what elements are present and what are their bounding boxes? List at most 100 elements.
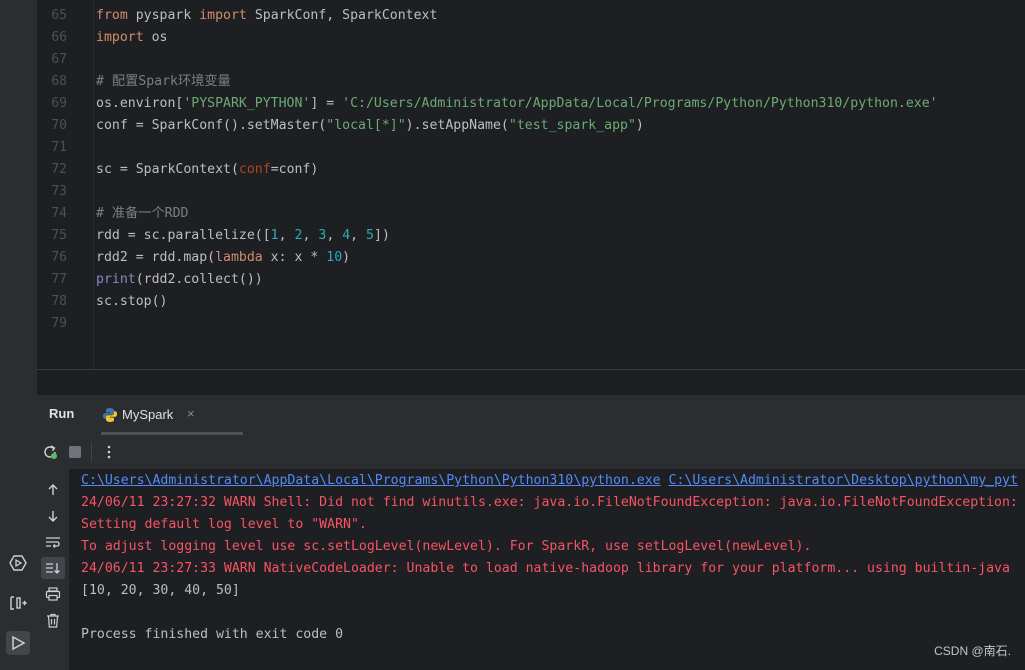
line-number: 73 [51, 184, 67, 199]
code-token: import [199, 8, 247, 23]
code-token: "test_spark_app" [508, 118, 636, 133]
line-number: 69 [51, 96, 67, 111]
code-token: ]) [374, 228, 390, 243]
run-tool-window-header: Run MySpark × [37, 395, 1025, 436]
line-number: 79 [51, 316, 67, 331]
console-side-toolbar [37, 469, 69, 670]
line-number: 65 [51, 8, 67, 23]
code-line[interactable]: os.environ['PYSPARK_PYTHON'] = 'C:/Users… [96, 93, 938, 115]
console-line: Process finished with exit code 0 [81, 624, 343, 646]
watermark: CSDN @南石. [934, 644, 1011, 658]
tool-window-title: Run [49, 406, 75, 421]
line-number: 66 [51, 30, 67, 45]
run-toolbar [37, 435, 1025, 469]
console-text: Process finished with exit code 0 [81, 627, 344, 642]
code-token: 1 [270, 228, 279, 243]
code-token: # 配置Spark环境变量 [96, 74, 231, 89]
python-icon [102, 407, 118, 423]
console-text: 24/06/11 23:27:32 WARN Shell: Did not fi… [81, 495, 1018, 510]
scroll-up-icon[interactable] [41, 479, 65, 501]
code-token: os.environ[ [96, 96, 184, 111]
console-line: 24/06/11 23:27:33 WARN NativeCodeLoader:… [81, 558, 1010, 580]
code-editor[interactable]: 65 66 67 68 69 70 71 72 73 74 75 76 77 78 79 from pysp… [37, 0, 1025, 369]
code-token: lambda [215, 250, 263, 265]
left-tool-strip [0, 0, 38, 670]
line-number: 77 [51, 272, 67, 287]
code-token: x: x * [262, 250, 327, 265]
code-token: , [278, 228, 295, 243]
code-token: 4 [342, 228, 351, 243]
code-line[interactable]: print(rdd2.collect()) [96, 269, 263, 291]
console-line: To adjust logging level use sc.setLogLev… [81, 536, 811, 558]
code-line[interactable]: # 配置Spark环境变量 [96, 71, 231, 93]
console-text: 24/06/11 23:27:33 WARN NativeCodeLoader:… [81, 561, 1010, 576]
terminal-icon[interactable] [6, 591, 30, 615]
code-token: pyspark [127, 8, 200, 23]
code-token: 'PYSPARK_PYTHON' [183, 96, 311, 111]
line-number: 67 [51, 52, 67, 67]
code-token: 'C:/Users/Administrator/AppData/Local/Pr… [342, 96, 938, 111]
tab-myspark[interactable]: MySpark × [93, 395, 243, 435]
console-line: Setting default log level to "WARN". [81, 514, 367, 536]
code-line[interactable]: from pyspark import SparkConf, SparkCont… [96, 5, 437, 27]
code-line[interactable]: sc.stop() [96, 291, 167, 313]
print-icon[interactable] [41, 583, 65, 605]
code-token: (rdd2.collect()) [135, 272, 263, 287]
code-token: , [350, 228, 367, 243]
code-token: os [143, 30, 168, 45]
console-text: To adjust logging level use sc.setLogLev… [81, 539, 812, 554]
code-token: "local[*]" [326, 118, 406, 133]
console-path-link[interactable]: C:\Users\Administrator\Desktop\python\my… [669, 473, 1018, 488]
console-path-link[interactable]: C:\Users\Administrator\AppData\Local\Pro… [81, 473, 661, 488]
code-token: ).setAppName( [405, 118, 509, 133]
line-number: 74 [51, 206, 67, 221]
clear-icon[interactable] [41, 609, 65, 631]
code-token: # 准备一个RDD [96, 206, 189, 221]
code-line[interactable]: rdd = sc.parallelize([1, 2, 3, 4, 5]) [96, 225, 390, 247]
console-text: [10, 20, 30, 40, 50] [81, 583, 240, 598]
code-token: conf [238, 162, 271, 177]
toolbar-separator [91, 443, 92, 461]
line-number: 68 [51, 74, 67, 89]
code-line[interactable]: import os [96, 27, 167, 49]
tab-label: MySpark [122, 407, 174, 422]
console-line: C:\Users\Administrator\AppData\Local\Pro… [81, 470, 1018, 492]
line-number: 76 [51, 250, 67, 265]
code-token: rdd2 = rdd.map( [96, 250, 216, 265]
line-number: 78 [51, 294, 67, 309]
code-token: conf = SparkConf().setMaster( [96, 118, 327, 133]
code-line[interactable]: conf = SparkConf().setMaster("local[*]")… [96, 115, 644, 137]
services-icon[interactable] [6, 551, 30, 575]
code-token: rdd = sc.parallelize([ [96, 228, 271, 243]
scroll-to-end-icon[interactable] [41, 557, 65, 579]
console-line: 24/06/11 23:27:32 WARN Shell: Did not fi… [81, 492, 1018, 514]
close-icon[interactable]: × [187, 406, 195, 421]
run-icon[interactable] [6, 631, 30, 655]
console-output[interactable]: CSDN @南石. C:\Users\Administrator\AppData… [69, 469, 1025, 670]
panel-splitter[interactable] [37, 369, 1025, 396]
code-line[interactable]: sc = SparkContext(conf=conf) [96, 159, 318, 181]
gutter-divider [93, 0, 94, 369]
code-token: , [326, 228, 343, 243]
line-number: 72 [51, 162, 67, 177]
code-token: print [96, 272, 136, 287]
code-token: sc.stop() [96, 294, 168, 309]
code-token: SparkConf, SparkContext [246, 8, 438, 23]
more-icon[interactable] [99, 442, 119, 462]
scroll-down-icon[interactable] [41, 505, 65, 527]
soft-wrap-icon[interactable] [41, 531, 65, 553]
code-line[interactable]: rdd2 = rdd.map(lambda x: x * 10) [96, 247, 350, 269]
code-token: 10 [326, 250, 343, 265]
line-number: 71 [51, 140, 67, 155]
rerun-icon[interactable] [40, 442, 60, 462]
line-number: 70 [51, 118, 67, 133]
code-line[interactable]: # 准备一个RDD [96, 203, 188, 225]
console-line: [10, 20, 30, 40, 50] [81, 580, 240, 602]
code-token: =conf) [270, 162, 319, 177]
code-token: ] = [310, 96, 343, 111]
stop-icon[interactable] [65, 442, 85, 462]
code-token: ) [635, 118, 644, 133]
line-number-gutter: 65 66 67 68 69 70 71 72 73 74 75 76 77 78 79 [37, 0, 93, 369]
code-token: ) [342, 250, 351, 265]
